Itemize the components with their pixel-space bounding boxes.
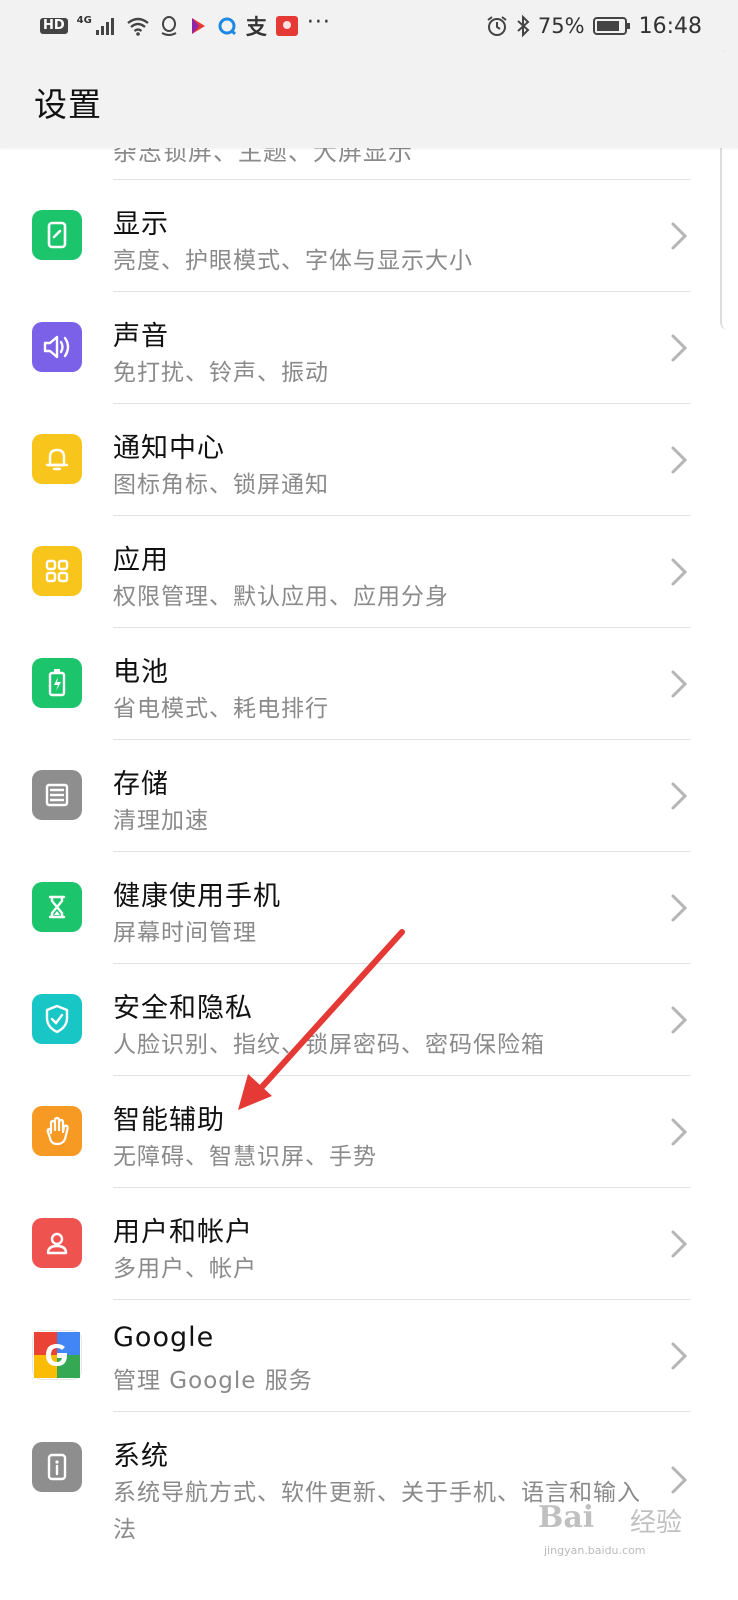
item-title: 声音: [113, 321, 169, 352]
shield-icon: [32, 994, 82, 1044]
browser-icon: [217, 16, 237, 36]
item-subtitle: 管理 Google 服务: [113, 1368, 313, 1394]
item-title: 应用: [113, 545, 169, 576]
item-subtitle: 省电模式、耗电排行: [113, 696, 329, 722]
battery-status-icon: [592, 16, 631, 36]
item-title: 电池: [113, 657, 169, 688]
chevron-right-icon: [671, 1118, 688, 1146]
item-subtitle: 亮度、护眼模式、字体与显示大小: [113, 248, 473, 274]
page-title: 设置: [34, 85, 102, 124]
bluetooth-icon: [516, 15, 530, 37]
chevron-right-icon: [671, 782, 688, 810]
signal-icon: [95, 16, 117, 36]
chevron-right-icon: [671, 1230, 688, 1258]
system-icon: [32, 1442, 82, 1492]
chevron-right-icon: [671, 446, 688, 474]
baidu-watermark: Bai 经验 jingyan.baidu.com: [538, 1500, 698, 1560]
settings-item-smart-assistance[interactable]: 智能辅助 无障碍、智慧识屏、手势: [0, 1076, 738, 1188]
chevron-right-icon: [671, 894, 688, 922]
chevron-right-icon: [671, 1006, 688, 1034]
item-title: 显示: [113, 209, 169, 240]
item-title: 智能辅助: [113, 1105, 225, 1136]
item-subtitle: 权限管理、默认应用、应用分身: [113, 584, 449, 610]
item-subtitle: 多用户、帐户: [113, 1256, 257, 1282]
network-type: 4G: [76, 14, 92, 26]
clock: 16:48: [638, 13, 702, 39]
huawei-app-icon: [275, 16, 298, 36]
sound-icon: [32, 322, 82, 372]
apps-icon: [32, 546, 82, 596]
alipay-icon: 支: [245, 15, 267, 39]
settings-list: 显示 亮度、护眼模式、字体与显示大小 声音 免打扰、铃声、振动 通知中心 图标角…: [0, 180, 738, 1562]
display-icon: [32, 210, 82, 260]
storage-icon: [32, 770, 82, 820]
wifi-icon: [126, 16, 150, 36]
settings-item-battery[interactable]: 电池 省电模式、耗电排行: [0, 628, 738, 740]
status-left: HD 4G 支 ···: [40, 10, 331, 42]
battery-icon: [32, 658, 82, 708]
hourglass-icon: [32, 882, 82, 932]
settings-item-storage[interactable]: 存储 清理加速: [0, 740, 738, 852]
watermark-logo: Bai: [538, 1500, 595, 1535]
battery-percent: 75%: [537, 14, 585, 38]
item-subtitle: 无障碍、智慧识屏、手势: [113, 1144, 377, 1170]
item-title: 系统: [113, 1441, 169, 1472]
settings-item-digital-balance[interactable]: 健康使用手机 屏幕时间管理: [0, 852, 738, 964]
item-title: Google: [113, 1322, 215, 1353]
hand-icon: [32, 1106, 82, 1156]
settings-item-notifications[interactable]: 通知中心 图标角标、锁屏通知: [0, 404, 738, 516]
settings-item-users-accounts[interactable]: 用户和帐户 多用户、帐户: [0, 1188, 738, 1300]
chevron-right-icon: [671, 222, 688, 250]
status-right: 75% 16:48: [486, 10, 702, 42]
user-icon: [32, 1218, 82, 1268]
item-title: 通知中心: [113, 433, 225, 464]
qq-icon: [159, 15, 179, 37]
chevron-right-icon: [671, 558, 688, 586]
item-title: 安全和隐私: [113, 993, 253, 1024]
more-notifications: ···: [306, 9, 331, 35]
item-subtitle: 屏幕时间管理: [113, 920, 257, 946]
settings-item-sound[interactable]: 声音 免打扰、铃声、振动: [0, 292, 738, 404]
chevron-right-icon: [671, 670, 688, 698]
item-title: 存储: [113, 769, 169, 800]
hd-badge: HD: [40, 18, 68, 34]
item-title: 健康使用手机: [113, 881, 281, 912]
chevron-right-icon: [671, 334, 688, 362]
settings-item-display[interactable]: 显示 亮度、护眼模式、字体与显示大小: [0, 180, 738, 292]
watermark-label: 经验: [630, 1508, 683, 1538]
chevron-right-icon: [671, 1342, 688, 1370]
item-subtitle: 免打扰、铃声、振动: [113, 360, 329, 386]
chevron-right-icon: [671, 1466, 688, 1494]
settings-item-google[interactable]: Google 管理 Google 服务: [0, 1300, 738, 1412]
item-subtitle: 图标角标、锁屏通知: [113, 472, 329, 498]
settings-item-apps[interactable]: 应用 权限管理、默认应用、应用分身: [0, 516, 738, 628]
item-subtitle: 人脸识别、指纹、锁屏密码、密码保险箱: [113, 1032, 545, 1058]
video-app-icon: [188, 16, 208, 36]
settings-item-security[interactable]: 安全和隐私 人脸识别、指纹、锁屏密码、密码保险箱: [0, 964, 738, 1076]
google-icon: [32, 1330, 82, 1380]
bell-icon: [32, 434, 82, 484]
alarm-icon: [486, 15, 508, 37]
item-subtitle: 清理加速: [113, 808, 209, 834]
status-bar: HD 4G 支 ··· 75% 16:48: [0, 0, 738, 52]
app-header: 设置: [0, 52, 738, 148]
item-title: 用户和帐户: [113, 1217, 253, 1248]
watermark-url: jingyan.baidu.com: [544, 1544, 646, 1557]
